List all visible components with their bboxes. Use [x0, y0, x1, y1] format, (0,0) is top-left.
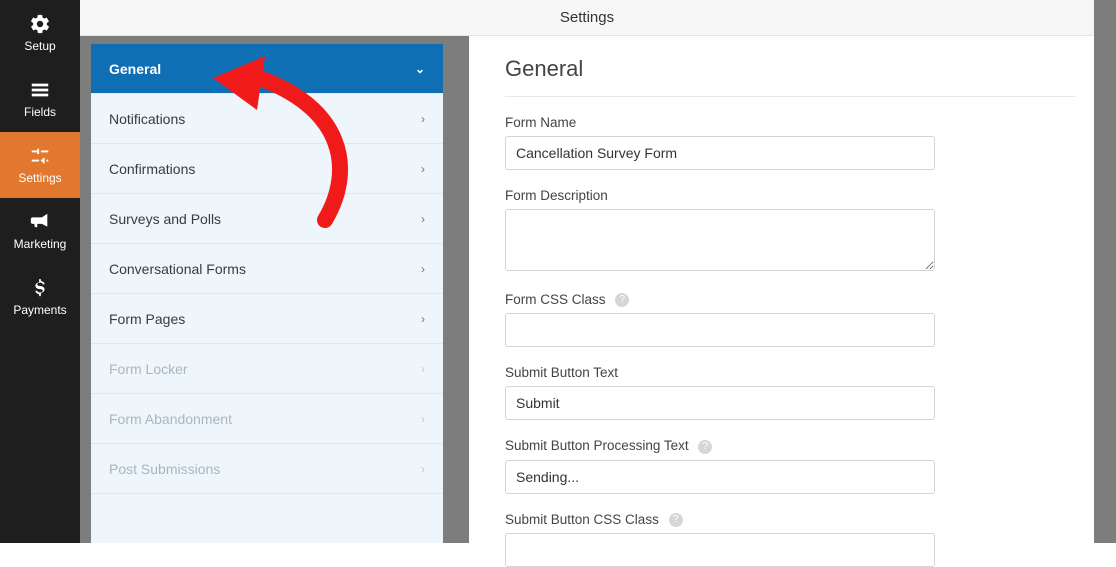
- submit-button-text-input[interactable]: [505, 386, 935, 420]
- gear-icon: [29, 13, 51, 35]
- settings-item-form-locker[interactable]: Form Locker ›: [91, 344, 443, 394]
- chevron-right-icon: ›: [421, 362, 425, 376]
- field-submit-button-text: Submit Button Text: [505, 365, 1094, 420]
- help-icon[interactable]: ?: [615, 293, 629, 307]
- settings-item-label: Form Pages: [109, 311, 185, 327]
- nav-payments[interactable]: Payments: [0, 264, 80, 330]
- settings-item-form-pages[interactable]: Form Pages ›: [91, 294, 443, 344]
- nav-label: Settings: [18, 171, 61, 185]
- dollar-icon: [29, 277, 51, 299]
- settings-item-conversational-forms[interactable]: Conversational Forms ›: [91, 244, 443, 294]
- settings-item-post-submissions[interactable]: Post Submissions ›: [91, 444, 443, 494]
- settings-item-notifications[interactable]: Notifications ›: [91, 94, 443, 144]
- chevron-right-icon: ›: [421, 262, 425, 276]
- label-text: Submit Button CSS Class: [505, 512, 659, 527]
- chevron-down-icon: ⌄: [415, 62, 425, 76]
- field-submit-button-css-class: Submit Button CSS Class ?: [505, 512, 1094, 567]
- chevron-right-icon: ›: [421, 212, 425, 226]
- field-form-name: Form Name: [505, 115, 1094, 170]
- settings-item-label: Conversational Forms: [109, 261, 246, 277]
- settings-subpanel: General ⌄ Notifications › Confirmations …: [91, 44, 443, 543]
- settings-item-label: Form Locker: [109, 361, 188, 377]
- form-name-label: Form Name: [505, 115, 1094, 130]
- divider: [505, 96, 1075, 97]
- nav-label: Payments: [13, 303, 66, 317]
- settings-item-label: Notifications: [109, 111, 185, 127]
- settings-item-label: Form Abandonment: [109, 411, 232, 427]
- chevron-right-icon: ›: [421, 312, 425, 326]
- list-icon: [29, 79, 51, 101]
- settings-item-label: General: [109, 61, 161, 77]
- field-form-css-class: Form CSS Class ?: [505, 292, 1094, 347]
- page-title-bar: Settings: [80, 0, 1094, 36]
- nav-label: Marketing: [14, 237, 67, 251]
- chevron-right-icon: ›: [421, 412, 425, 426]
- form-description-textarea[interactable]: [505, 209, 935, 271]
- settings-item-label: Confirmations: [109, 161, 195, 177]
- form-css-class-input[interactable]: [505, 313, 935, 347]
- submit-button-text-label: Submit Button Text: [505, 365, 1094, 380]
- label-text: Submit Button Processing Text: [505, 438, 689, 453]
- nav-label: Fields: [24, 105, 56, 119]
- nav-marketing[interactable]: Marketing: [0, 198, 80, 264]
- sliders-icon: [29, 145, 51, 167]
- form-description-label: Form Description: [505, 188, 1094, 203]
- submit-button-processing-input[interactable]: [505, 460, 935, 494]
- builder-left-nav: Setup Fields Settings Marketing Payments: [0, 0, 80, 543]
- settings-item-confirmations[interactable]: Confirmations ›: [91, 144, 443, 194]
- submit-button-css-class-input[interactable]: [505, 533, 935, 567]
- settings-item-surveys-and-polls[interactable]: Surveys and Polls ›: [91, 194, 443, 244]
- settings-item-general[interactable]: General ⌄: [91, 44, 443, 94]
- help-icon[interactable]: ?: [698, 440, 712, 454]
- nav-fields[interactable]: Fields: [0, 66, 80, 132]
- nav-setup[interactable]: Setup: [0, 0, 80, 66]
- chevron-right-icon: ›: [421, 462, 425, 476]
- field-form-description: Form Description: [505, 188, 1094, 274]
- form-css-class-label: Form CSS Class ?: [505, 292, 1094, 307]
- submit-button-css-class-label: Submit Button CSS Class ?: [505, 512, 1094, 527]
- section-heading: General: [505, 56, 1094, 82]
- help-icon[interactable]: ?: [669, 513, 683, 527]
- form-name-input[interactable]: [505, 136, 935, 170]
- nav-label: Setup: [24, 39, 55, 53]
- settings-general-panel: General Form Name Form Description Form …: [469, 36, 1094, 543]
- field-submit-button-processing-text: Submit Button Processing Text ?: [505, 438, 1094, 493]
- settings-item-form-abandonment[interactable]: Form Abandonment ›: [91, 394, 443, 444]
- settings-item-label: Surveys and Polls: [109, 211, 221, 227]
- bullhorn-icon: [29, 211, 51, 233]
- settings-item-label: Post Submissions: [109, 461, 220, 477]
- nav-settings[interactable]: Settings: [0, 132, 80, 198]
- label-text: Form CSS Class: [505, 292, 606, 307]
- submit-button-processing-label: Submit Button Processing Text ?: [505, 438, 1094, 453]
- chevron-right-icon: ›: [421, 112, 425, 126]
- page-title: Settings: [560, 9, 614, 26]
- chevron-right-icon: ›: [421, 162, 425, 176]
